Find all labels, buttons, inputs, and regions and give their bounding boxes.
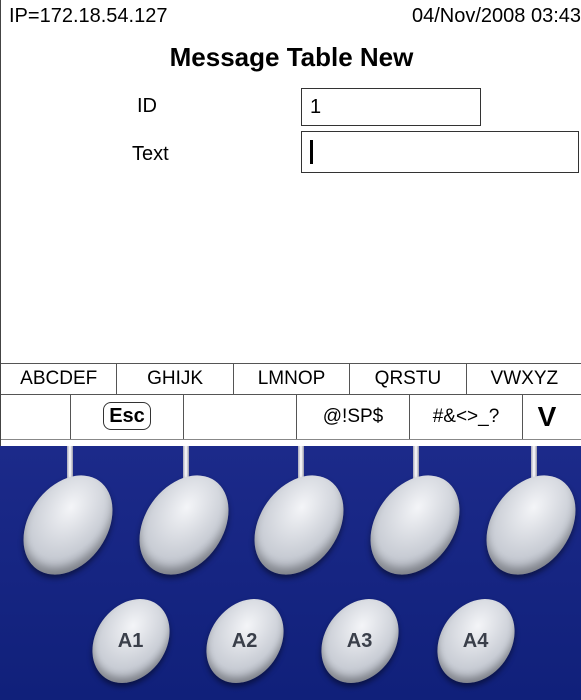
softkey-more[interactable]: V (523, 395, 571, 439)
text-field[interactable] (301, 131, 579, 173)
id-field[interactable]: 1 (301, 88, 481, 126)
text-label: Text (132, 143, 169, 165)
charset-vwxyz[interactable]: VWXYZ (467, 364, 581, 394)
softkey-esc[interactable]: Esc (71, 395, 184, 439)
a3-key[interactable]: A3 (305, 584, 415, 698)
charset-qrstu[interactable]: QRSTU (350, 364, 467, 394)
page-title: Message Table New (169, 42, 414, 72)
softkey-1[interactable] (1, 395, 71, 439)
softkey-row: Esc @!SP$ #&<>_? V (1, 395, 581, 440)
text-cursor (310, 140, 313, 164)
terminal-screen: IP=172.18.54.127 04/Nov/2008 03:43 Messa… (0, 0, 581, 446)
softkey-button-4[interactable] (352, 458, 478, 592)
ip-address: IP=172.18.54.127 (9, 5, 168, 27)
id-value: 1 (310, 96, 322, 118)
a1-key[interactable]: A1 (76, 584, 186, 698)
status-bar: IP=172.18.54.127 04/Nov/2008 03:43 (9, 0, 581, 32)
a3-key-label: A3 (347, 629, 373, 652)
charset-abcdef[interactable]: ABCDEF (1, 364, 118, 394)
a2-key[interactable]: A2 (190, 584, 300, 698)
softkey-symbols-1[interactable]: @!SP$ (297, 395, 410, 439)
charset-lmnop[interactable]: LMNOP (234, 364, 351, 394)
softkey-button-5[interactable] (468, 458, 581, 592)
a2-key-label: A2 (232, 629, 258, 652)
charset-ghijk[interactable]: GHIJK (117, 364, 234, 394)
id-label: ID (137, 95, 157, 117)
softkey-button-2[interactable] (121, 458, 247, 592)
a4-key[interactable]: A4 (421, 584, 531, 698)
date-time: 04/Nov/2008 03:43 (411, 5, 581, 27)
softkey-3[interactable] (184, 395, 297, 439)
softkey-button-1[interactable] (5, 458, 131, 592)
softkey-button-3[interactable] (236, 458, 362, 592)
a1-key-label: A1 (118, 629, 144, 652)
chevron-down-icon: V (537, 401, 557, 432)
charset-row: ABCDEF GHIJK LMNOP QRSTU VWXYZ (1, 363, 581, 395)
hardware-keypad: A1 A2 A3 A4 (0, 446, 581, 700)
esc-button[interactable]: Esc (103, 402, 151, 430)
softkey-symbols-2[interactable]: #&<>_? (410, 395, 523, 439)
a4-key-label: A4 (463, 629, 489, 652)
